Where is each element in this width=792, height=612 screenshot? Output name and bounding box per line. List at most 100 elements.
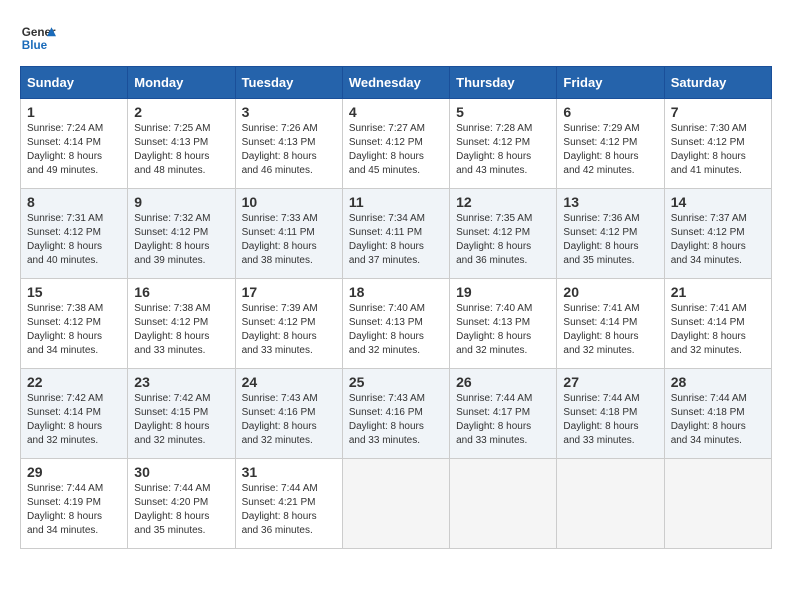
calendar-cell: 18 Sunrise: 7:40 AMSunset: 4:13 PMDayligh…: [342, 279, 449, 369]
day-number: 15: [27, 284, 121, 300]
day-number: 18: [349, 284, 443, 300]
week-row-5: 29 Sunrise: 7:44 AMSunset: 4:19 PMDayligh…: [21, 459, 772, 549]
calendar-cell: 20 Sunrise: 7:41 AMSunset: 4:14 PMDayligh…: [557, 279, 664, 369]
calendar-cell: 21 Sunrise: 7:41 AMSunset: 4:14 PMDayligh…: [664, 279, 771, 369]
weekday-header-tuesday: Tuesday: [235, 67, 342, 99]
calendar-cell: 12 Sunrise: 7:35 AMSunset: 4:12 PMDayligh…: [450, 189, 557, 279]
calendar-cell: 26 Sunrise: 7:44 AMSunset: 4:17 PMDayligh…: [450, 369, 557, 459]
day-number: 5: [456, 104, 550, 120]
calendar-cell: 24 Sunrise: 7:43 AMSunset: 4:16 PMDayligh…: [235, 369, 342, 459]
day-number: 20: [563, 284, 657, 300]
calendar-cell: 13Sunrise: 7:36 AMSunset: 4:12 PMDayligh…: [557, 189, 664, 279]
calendar-cell: 25 Sunrise: 7:43 AMSunset: 4:16 PMDayligh…: [342, 369, 449, 459]
logo: General Blue: [20, 20, 56, 56]
day-info: Sunrise: 7:33 AMSunset: 4:11 PMDaylight:…: [242, 212, 336, 268]
day-number: 29: [27, 464, 121, 480]
day-info: Sunrise: 7:27 AMSunset: 4:12 PMDaylight:…: [349, 122, 443, 178]
weekday-header-thursday: Thursday: [450, 67, 557, 99]
calendar-cell: 29 Sunrise: 7:44 AMSunset: 4:19 PMDayligh…: [21, 459, 128, 549]
day-number: 12: [456, 194, 550, 210]
day-info: Sunrise: 7:40 AMSunset: 4:13 PMDaylight:…: [349, 302, 443, 358]
day-number: 27: [563, 374, 657, 390]
day-info: Sunrise: 7:26 AMSunset: 4:13 PMDaylight:…: [242, 122, 336, 178]
day-info: Sunrise: 7:41 AMSunset: 4:14 PMDaylight:…: [563, 302, 657, 358]
day-number: 13: [563, 194, 657, 210]
calendar-cell: 17Sunrise: 7:39 AMSunset: 4:12 PMDayligh…: [235, 279, 342, 369]
day-number: 11: [349, 194, 443, 210]
calendar-cell: 30 Sunrise: 7:44 AMSunset: 4:20 PMDayligh…: [128, 459, 235, 549]
day-number: 10: [242, 194, 336, 210]
weekday-header-wednesday: Wednesday: [342, 67, 449, 99]
calendar-cell: 16 Sunrise: 7:38 AMSunset: 4:12 PMDayligh…: [128, 279, 235, 369]
day-number: 9: [134, 194, 228, 210]
day-number: 8: [27, 194, 121, 210]
calendar-cell: 7 Sunrise: 7:30 AMSunset: 4:12 PMDaylight…: [664, 99, 771, 189]
day-number: 22: [27, 374, 121, 390]
day-info: Sunrise: 7:44 AMSunset: 4:20 PMDaylight:…: [134, 482, 228, 538]
day-info: Sunrise: 7:30 AMSunset: 4:12 PMDaylight:…: [671, 122, 765, 178]
day-number: 28: [671, 374, 765, 390]
weekday-header-sunday: Sunday: [21, 67, 128, 99]
weekday-header-row: SundayMondayTuesdayWednesdayThursdayFrid…: [21, 67, 772, 99]
page-header: General Blue: [20, 20, 772, 56]
calendar-cell: 28 Sunrise: 7:44 AMSunset: 4:18 PMDayligh…: [664, 369, 771, 459]
day-number: 14: [671, 194, 765, 210]
day-number: 19: [456, 284, 550, 300]
calendar-cell: 3 Sunrise: 7:26 AMSunset: 4:13 PMDaylight…: [235, 99, 342, 189]
calendar-cell: 22 Sunrise: 7:42 AMSunset: 4:14 PMDayligh…: [21, 369, 128, 459]
day-number: 24: [242, 374, 336, 390]
day-number: 23: [134, 374, 228, 390]
day-info: Sunrise: 7:44 AMSunset: 4:18 PMDaylight:…: [671, 392, 765, 448]
day-number: 7: [671, 104, 765, 120]
day-info: Sunrise: 7:35 AMSunset: 4:12 PMDaylight:…: [456, 212, 550, 268]
calendar-cell: 4 Sunrise: 7:27 AMSunset: 4:12 PMDaylight…: [342, 99, 449, 189]
calendar-cell: [342, 459, 449, 549]
day-info: Sunrise: 7:42 AMSunset: 4:15 PMDaylight:…: [134, 392, 228, 448]
day-info: Sunrise: 7:44 AMSunset: 4:19 PMDaylight:…: [27, 482, 121, 538]
day-number: 31: [242, 464, 336, 480]
day-number: 26: [456, 374, 550, 390]
day-info: Sunrise: 7:25 AMSunset: 4:13 PMDaylight:…: [134, 122, 228, 178]
day-number: 2: [134, 104, 228, 120]
week-row-3: 15 Sunrise: 7:38 AMSunset: 4:12 PMDayligh…: [21, 279, 772, 369]
calendar-cell: 2 Sunrise: 7:25 AMSunset: 4:13 PMDaylight…: [128, 99, 235, 189]
day-number: 16: [134, 284, 228, 300]
calendar-cell: [557, 459, 664, 549]
week-row-2: 8Sunrise: 7:31 AMSunset: 4:12 PMDaylight…: [21, 189, 772, 279]
day-number: 21: [671, 284, 765, 300]
calendar-cell: 9 Sunrise: 7:32 AMSunset: 4:12 PMDaylight…: [128, 189, 235, 279]
day-number: 30: [134, 464, 228, 480]
calendar-cell: 10 Sunrise: 7:33 AMSunset: 4:11 PMDayligh…: [235, 189, 342, 279]
day-info: Sunrise: 7:41 AMSunset: 4:14 PMDaylight:…: [671, 302, 765, 358]
day-info: Sunrise: 7:44 AMSunset: 4:17 PMDaylight:…: [456, 392, 550, 448]
day-info: Sunrise: 7:38 AMSunset: 4:12 PMDaylight:…: [27, 302, 121, 358]
calendar-cell: 1 Sunrise: 7:24 AMSunset: 4:14 PMDaylight…: [21, 99, 128, 189]
day-info: Sunrise: 7:43 AMSunset: 4:16 PMDaylight:…: [349, 392, 443, 448]
day-info: Sunrise: 7:28 AMSunset: 4:12 PMDaylight:…: [456, 122, 550, 178]
day-info: Sunrise: 7:44 AMSunset: 4:18 PMDaylight:…: [563, 392, 657, 448]
day-info: Sunrise: 7:43 AMSunset: 4:16 PMDaylight:…: [242, 392, 336, 448]
day-info: Sunrise: 7:39 AMSunset: 4:12 PMDaylight:…: [242, 302, 336, 358]
week-row-4: 22 Sunrise: 7:42 AMSunset: 4:14 PMDayligh…: [21, 369, 772, 459]
day-info: Sunrise: 7:24 AMSunset: 4:14 PMDaylight:…: [27, 122, 121, 178]
day-info: Sunrise: 7:44 AMSunset: 4:21 PMDaylight:…: [242, 482, 336, 538]
day-info: Sunrise: 7:32 AMSunset: 4:12 PMDaylight:…: [134, 212, 228, 268]
calendar-cell: 15 Sunrise: 7:38 AMSunset: 4:12 PMDayligh…: [21, 279, 128, 369]
day-number: 3: [242, 104, 336, 120]
day-info: Sunrise: 7:40 AMSunset: 4:13 PMDaylight:…: [456, 302, 550, 358]
week-row-1: 1 Sunrise: 7:24 AMSunset: 4:14 PMDaylight…: [21, 99, 772, 189]
day-number: 25: [349, 374, 443, 390]
calendar-cell: 27 Sunrise: 7:44 AMSunset: 4:18 PMDayligh…: [557, 369, 664, 459]
calendar-cell: 5 Sunrise: 7:28 AMSunset: 4:12 PMDaylight…: [450, 99, 557, 189]
day-info: Sunrise: 7:38 AMSunset: 4:12 PMDaylight:…: [134, 302, 228, 358]
weekday-header-saturday: Saturday: [664, 67, 771, 99]
day-number: 4: [349, 104, 443, 120]
day-info: Sunrise: 7:42 AMSunset: 4:14 PMDaylight:…: [27, 392, 121, 448]
calendar-table: SundayMondayTuesdayWednesdayThursdayFrid…: [20, 66, 772, 549]
calendar-cell: 31 Sunrise: 7:44 AMSunset: 4:21 PMDayligh…: [235, 459, 342, 549]
day-number: 1: [27, 104, 121, 120]
weekday-header-friday: Friday: [557, 67, 664, 99]
calendar-cell: 11Sunrise: 7:34 AMSunset: 4:11 PMDayligh…: [342, 189, 449, 279]
calendar-cell: [664, 459, 771, 549]
logo-icon: General Blue: [20, 20, 56, 56]
